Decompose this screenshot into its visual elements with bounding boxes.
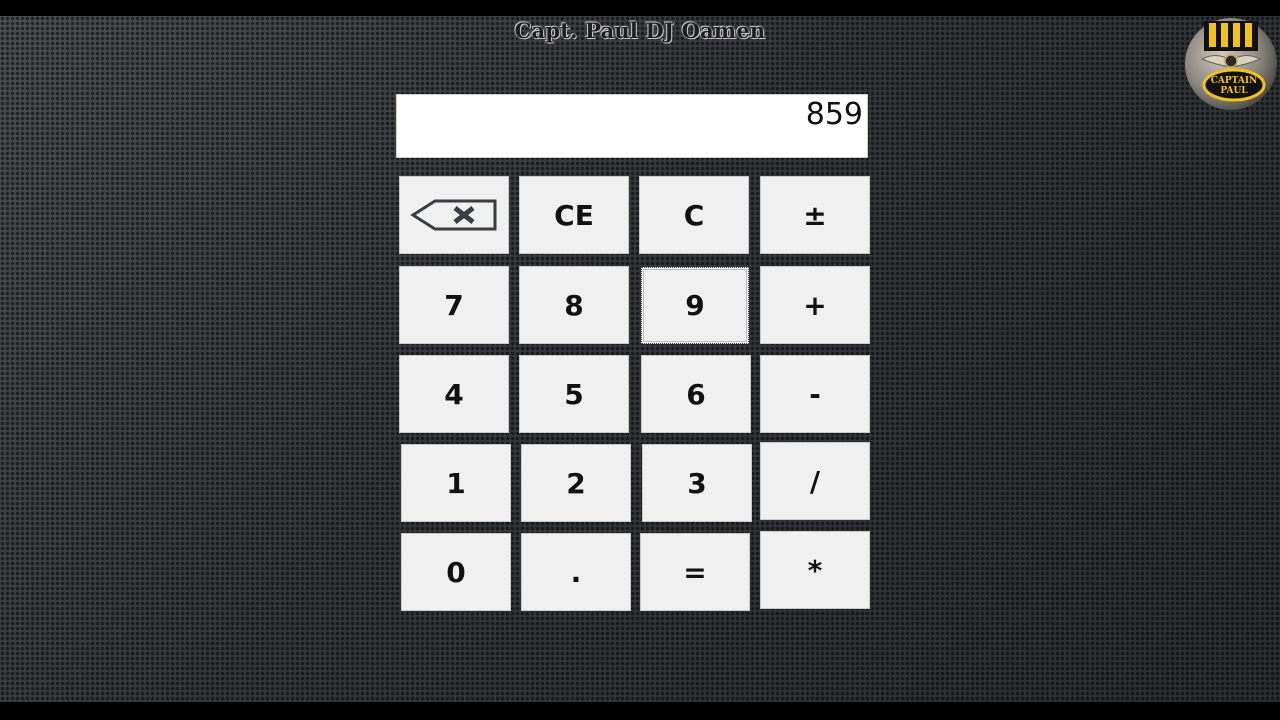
digit-8-button[interactable]: 8 xyxy=(519,266,629,344)
divide-button[interactable]: / xyxy=(760,442,870,520)
multiply-button[interactable]: * xyxy=(760,531,870,609)
subtract-button[interactable]: - xyxy=(760,355,870,433)
decimal-button[interactable]: . xyxy=(521,533,631,611)
display-value: 859 xyxy=(805,97,863,132)
app-window: Capt. Paul DJ Oamen CAPTAIN PAUL 859 CE xyxy=(0,16,1280,702)
logo-text-captain: CAPTAIN xyxy=(1211,76,1258,86)
digit-6-button[interactable]: 6 xyxy=(641,355,751,433)
add-button[interactable]: + xyxy=(760,266,870,344)
digit-9-button[interactable]: 9 xyxy=(641,267,749,344)
equals-button[interactable]: = xyxy=(640,533,750,611)
calculator-display: 859 xyxy=(396,94,868,158)
digit-3-button[interactable]: 3 xyxy=(642,444,752,522)
digit-5-button[interactable]: 5 xyxy=(519,355,629,433)
captain-paul-logo: CAPTAIN PAUL xyxy=(1185,18,1277,110)
backspace-icon xyxy=(410,199,497,231)
clear-entry-button[interactable]: CE xyxy=(519,176,629,254)
plus-minus-button[interactable]: ± xyxy=(760,176,870,254)
digit-7-button[interactable]: 7 xyxy=(399,266,509,344)
digit-4-button[interactable]: 4 xyxy=(399,355,509,433)
digit-0-button[interactable]: 0 xyxy=(401,533,511,611)
logo-text-paul: PAUL xyxy=(1220,86,1248,96)
digit-2-button[interactable]: 2 xyxy=(521,444,631,522)
digit-1-button[interactable]: 1 xyxy=(401,444,511,522)
backspace-button[interactable] xyxy=(399,176,509,254)
clear-button[interactable]: C xyxy=(639,176,749,254)
watermark-title: Capt. Paul DJ Oamen xyxy=(514,18,766,43)
